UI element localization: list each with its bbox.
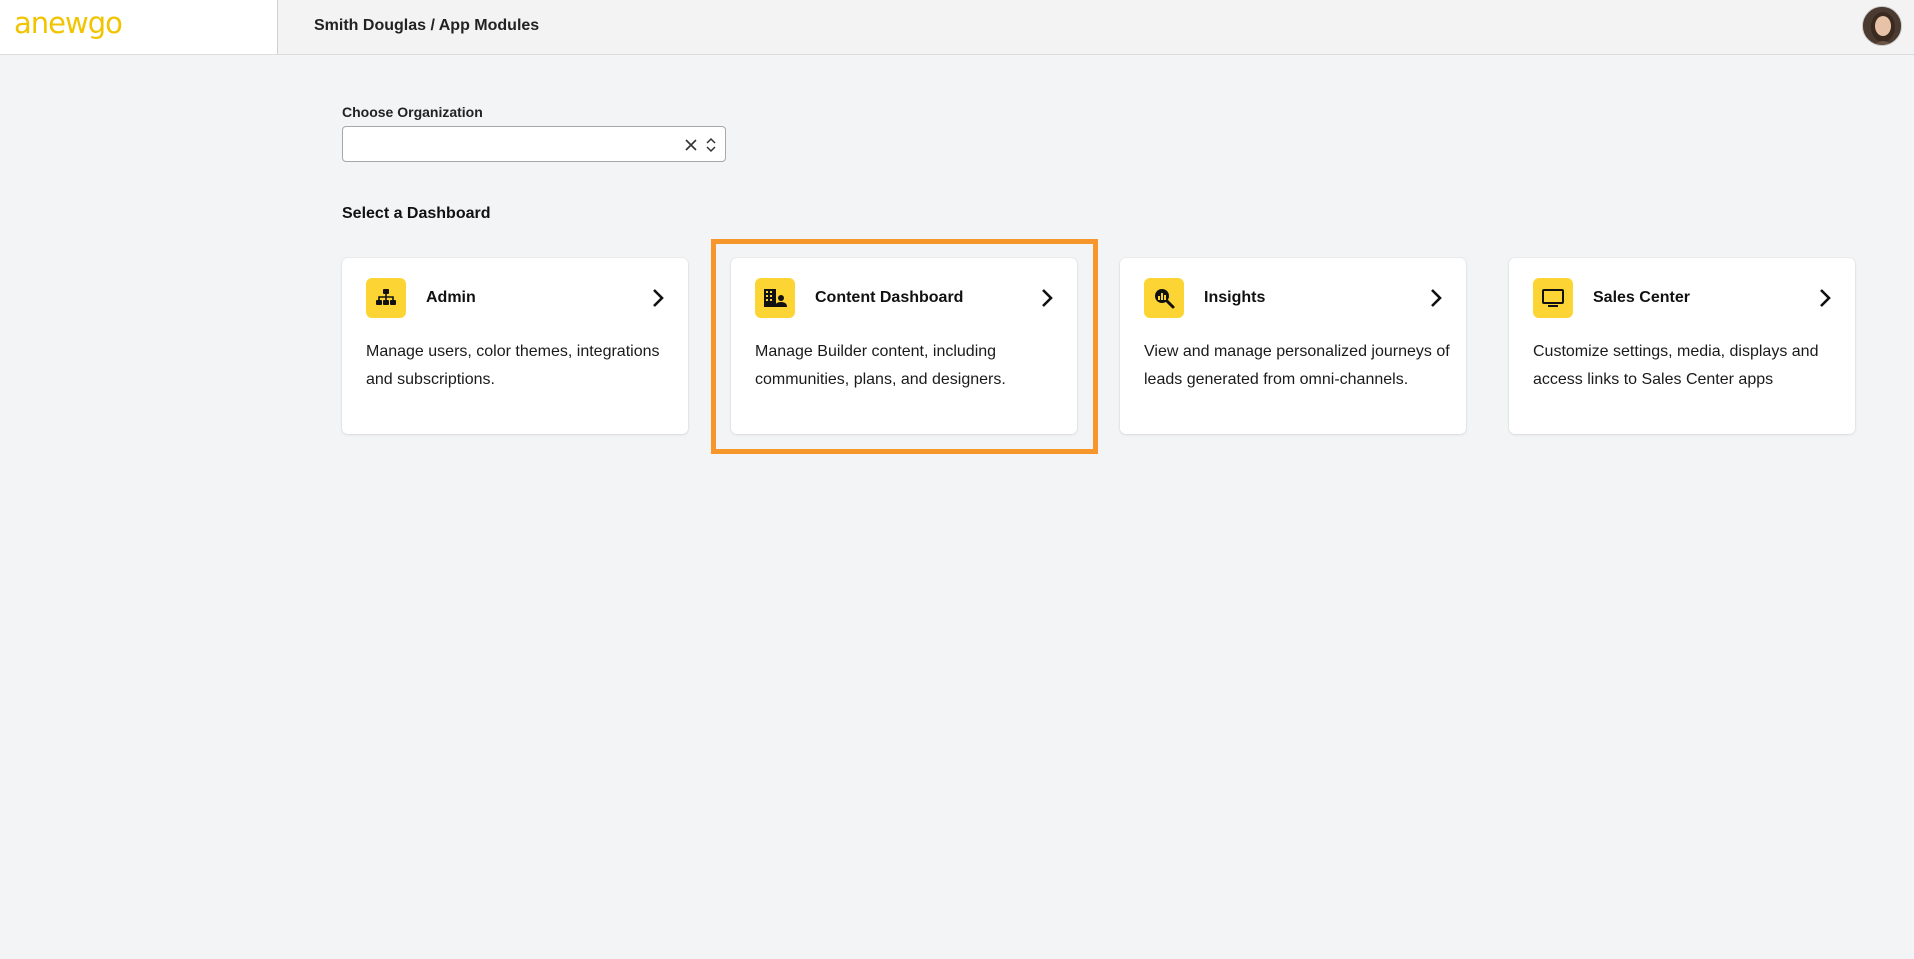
admin-card-description: Manage users, color themes, integrations… (366, 343, 660, 388)
choose-organization-label: Choose Organization (342, 104, 483, 120)
content-dashboard-card[interactable]: Content Dashboard Manage Builder content… (731, 258, 1077, 434)
insights-card[interactable]: Insights View and manage personalized jo… (1120, 258, 1466, 434)
logo-container[interactable]: anewgo (0, 0, 278, 54)
insights-card-title: Insights (1204, 289, 1266, 306)
breadcrumb: Smith Douglas / App Modules (314, 17, 540, 34)
avatar-image (1863, 7, 1901, 45)
sales-center-card-title: Sales Center (1593, 289, 1690, 306)
anewgo-logo[interactable]: anewgo (14, 6, 123, 40)
analytics-search-icon (1144, 278, 1184, 318)
content-dashboard-card-title: Content Dashboard (815, 289, 964, 306)
select-updown-icon[interactable] (703, 134, 719, 156)
insights-card-description: View and manage personalized journeys of… (1144, 343, 1450, 388)
admin-card-title: Admin (426, 289, 476, 306)
content-dashboard-card-description: Manage Builder content, including commun… (755, 343, 1006, 388)
admin-card[interactable]: Admin Manage users, color themes, integr… (342, 258, 688, 434)
sales-center-card-description: Customize settings, media, displays and … (1533, 343, 1819, 388)
chevron-right-icon (1817, 287, 1833, 309)
sales-center-card[interactable]: Sales Center Customize settings, media, … (1509, 258, 1855, 434)
user-avatar[interactable] (1862, 6, 1902, 46)
sitemap-icon (366, 278, 406, 318)
organization-select[interactable] (342, 126, 726, 162)
top-bar: anewgo Smith Douglas / App Modules (0, 0, 1914, 55)
chevron-right-icon (1428, 287, 1444, 309)
chevron-right-icon (1039, 287, 1055, 309)
monitor-icon (1533, 278, 1573, 318)
clear-icon[interactable] (681, 135, 701, 155)
chevron-right-icon (650, 287, 666, 309)
select-dashboard-heading: Select a Dashboard (342, 205, 491, 222)
building-user-icon (755, 278, 795, 318)
